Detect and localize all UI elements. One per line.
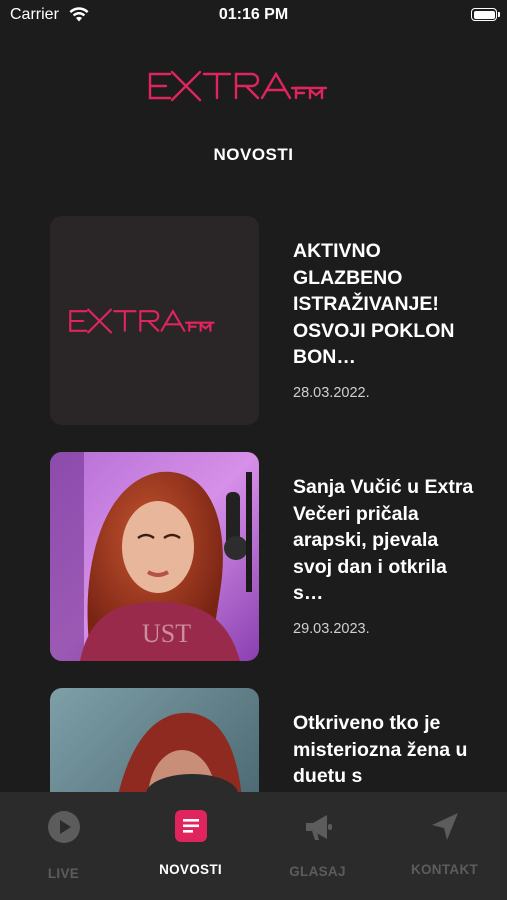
- tab-label: NOVOSTI: [159, 862, 222, 877]
- extra-fm-logo: [68, 308, 215, 333]
- tab-label: GLASAJ: [289, 864, 346, 879]
- status-bar: Carrier 01:16 PM: [0, 0, 507, 32]
- tab-live[interactable]: LIVE: [0, 792, 127, 900]
- news-thumbnail[interactable]: UST: [50, 452, 259, 661]
- tab-label: KONTAKT: [410, 862, 479, 877]
- page-title: NOVOSTI: [213, 145, 294, 164]
- news-item[interactable]: UST Sanja Vučić u Extra Večeri pričala a…: [50, 452, 473, 662]
- megaphone-icon: [254, 810, 381, 846]
- news-date: 28.03.2022.: [293, 384, 370, 401]
- news-headline[interactable]: Sanja Vučić u Extra Večeri pričala araps…: [293, 474, 478, 607]
- woman-with-microphone-photo: UST: [50, 452, 259, 661]
- battery-icon: [471, 8, 500, 21]
- news-headline[interactable]: Otkriveno tko je misteriozna žena u duet…: [293, 710, 478, 790]
- location-arrow-icon: [381, 810, 507, 846]
- tab-kontakt[interactable]: KONTAKT: [381, 792, 507, 900]
- news-date: 29.03.2023.: [293, 620, 370, 637]
- tab-glasaj[interactable]: GLASAJ: [254, 792, 381, 900]
- tab-label: LIVE: [47, 866, 80, 881]
- news-thumbnail[interactable]: [50, 216, 259, 425]
- extra-fm-logo: [146, 66, 362, 106]
- svg-text:UST: UST: [142, 619, 191, 648]
- news-icon: [127, 810, 254, 846]
- status-time: 01:16 PM: [218, 6, 289, 23]
- news-headline[interactable]: AKTIVNO GLAZBENO ISTRAŽIVANJE! OSVOJI PO…: [293, 238, 478, 371]
- tab-novosti[interactable]: NOVOSTI: [127, 792, 254, 900]
- play-icon: [0, 810, 127, 846]
- news-item[interactable]: AKTIVNO GLAZBENO ISTRAŽIVANJE! OSVOJI PO…: [50, 216, 470, 426]
- tab-bar: LIVE NOVOSTI GLASAJ KONTAKT: [0, 792, 507, 900]
